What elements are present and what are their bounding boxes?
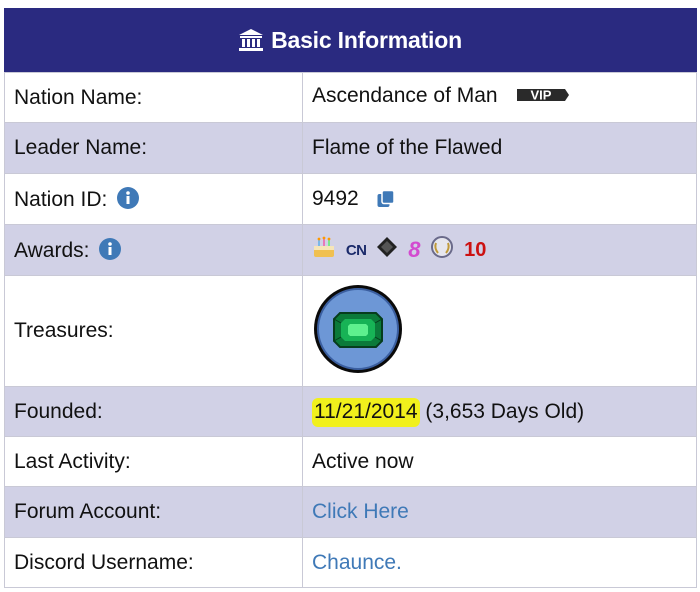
- cake-icon[interactable]: [312, 235, 336, 265]
- copy-icon[interactable]: [377, 190, 395, 208]
- leader-name-value: Flame of the Flawed: [302, 122, 697, 174]
- row-forum-account: Forum Account: Click Here: [4, 486, 697, 538]
- card-header: Basic Information: [4, 8, 697, 72]
- svg-text:VIP: VIP: [531, 88, 552, 103]
- founded-label: Founded:: [4, 386, 303, 437]
- nation-name-label: Nation Name:: [4, 72, 303, 123]
- nation-name-cell: Ascendance of Man VIP: [302, 72, 697, 123]
- info-icon[interactable]: [117, 186, 140, 209]
- last-activity-label: Last Activity:: [4, 436, 303, 487]
- awards-cell: CN 8 10: [302, 224, 697, 276]
- bank-icon: [239, 29, 264, 51]
- forum-account-cell: Click Here: [302, 486, 697, 538]
- card-title: Basic Information: [271, 26, 462, 53]
- row-treasures: Treasures:: [4, 275, 697, 387]
- treasures-cell: [302, 275, 697, 387]
- discord-cell: Chaunce.: [302, 537, 697, 588]
- awards-label-cell: Awards:: [4, 224, 303, 276]
- nation-name-value: Ascendance of Man: [312, 84, 498, 107]
- row-last-activity: Last Activity: Active now: [4, 436, 697, 487]
- treasures-label: Treasures:: [4, 275, 303, 387]
- vip-badge: VIP: [515, 85, 571, 111]
- emerald-gem-icon[interactable]: [312, 283, 404, 381]
- row-nation-name: Nation Name: Ascendance of Man VIP: [4, 72, 697, 123]
- founded-age: (3,653 Days Old): [425, 399, 585, 423]
- nation-id-label-cell: Nation ID:: [4, 173, 303, 225]
- row-awards: Awards: CN 8 10: [4, 224, 697, 276]
- row-founded: Founded: 11/21/2014 (3,653 Days Old): [4, 386, 697, 437]
- forum-account-link[interactable]: Click Here: [312, 500, 409, 523]
- row-leader-name: Leader Name: Flame of the Flawed: [4, 122, 697, 174]
- ten-award-icon[interactable]: 10: [464, 239, 486, 262]
- discord-username-link[interactable]: Chaunce.: [312, 551, 402, 574]
- founded-date: 11/21/2014: [312, 397, 420, 427]
- info-table: Nation Name: Ascendance of Man VIP Leade…: [4, 72, 697, 588]
- row-discord: Discord Username: Chaunce.: [4, 537, 697, 588]
- wreath-award-icon[interactable]: [430, 235, 454, 265]
- leader-name-label: Leader Name:: [4, 122, 303, 174]
- founded-cell: 11/21/2014 (3,653 Days Old): [302, 386, 697, 437]
- last-activity-value: Active now: [302, 436, 697, 487]
- eight-award-icon[interactable]: 8: [408, 237, 420, 263]
- diamond-award-icon[interactable]: [376, 236, 398, 264]
- nation-id-value: 9492: [312, 187, 359, 210]
- nation-id-cell: 9492: [302, 173, 697, 225]
- discord-label: Discord Username:: [4, 537, 303, 588]
- forum-account-label: Forum Account:: [4, 486, 303, 538]
- cn-award-icon[interactable]: CN: [346, 242, 367, 259]
- row-nation-id: Nation ID: 9492: [4, 173, 697, 225]
- basic-information-card: Basic Information Nation Name: Ascendanc…: [4, 8, 697, 588]
- nation-id-label: Nation ID:: [14, 187, 108, 211]
- awards-label: Awards:: [14, 238, 90, 262]
- info-icon[interactable]: [99, 237, 122, 260]
